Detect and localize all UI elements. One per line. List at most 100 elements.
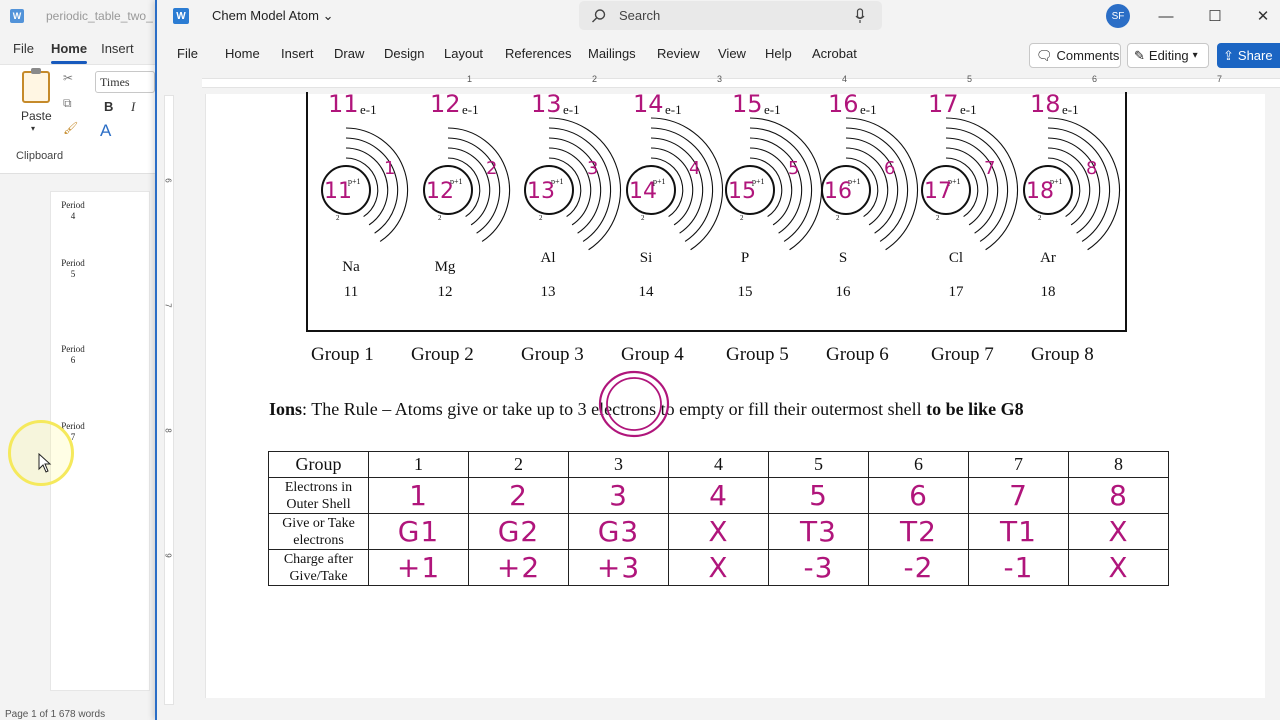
cut-icon[interactable]: ✂	[63, 71, 73, 85]
table-cell: 5	[768, 477, 869, 514]
group-label-4: Group 4	[621, 344, 684, 365]
table-header-cell: 4	[668, 451, 769, 478]
element-symbol: Mg	[434, 259, 456, 275]
font-name-box[interactable]: Times	[95, 71, 155, 93]
menubar: File Home Insert Draw Design Layout Refe…	[157, 32, 1280, 72]
handwritten-value: 6	[909, 479, 928, 512]
ions-rule-bold: to be like G8	[926, 399, 1024, 419]
main-word-window[interactable]: W Chem Model Atom ⌄ Search SF — ☐ ✕ File…	[155, 0, 1280, 720]
chevron-down-icon[interactable]: ▾	[31, 124, 35, 133]
handwritten-protons: 16	[824, 179, 852, 204]
menu-review[interactable]: Review	[657, 46, 700, 61]
search-placeholder: Search	[619, 8, 661, 23]
table-row: Electrons in Outer Shell 1 2 3 4 5 6 7 8	[268, 477, 1169, 514]
handwritten-electron-count: 16	[828, 92, 859, 118]
bold-button[interactable]: B	[104, 99, 113, 114]
element-number: 17	[948, 284, 964, 300]
handwritten-value: -1	[1003, 551, 1034, 584]
comments-button[interactable]: 🗨 Comments	[1029, 43, 1121, 68]
handwritten-value: 1	[409, 479, 428, 512]
italic-button[interactable]: I	[131, 99, 135, 115]
handwritten-outer-electrons: 3	[587, 158, 598, 179]
paste-button[interactable]: Paste	[21, 109, 52, 123]
table-cell: G3	[568, 513, 669, 550]
group-label-3: Group 3	[521, 344, 584, 365]
search-box[interactable]: Search	[579, 1, 882, 30]
bohr-atom-na: p+1112111 e-1	[321, 92, 409, 242]
table-header-cell: 6	[868, 451, 969, 478]
handwritten-outer-electrons: 7	[984, 158, 995, 179]
close-icon[interactable]: ✕	[1251, 4, 1275, 28]
word-logo-icon: W	[10, 9, 24, 23]
pencil-icon: ✎	[1134, 47, 1145, 63]
group-label-7: Group 7	[931, 344, 994, 365]
shell-count-marks: 2	[836, 214, 840, 222]
handwritten-value: X	[1108, 515, 1129, 548]
table-cell: X	[668, 513, 769, 550]
avatar[interactable]: SF	[1106, 4, 1130, 28]
bg-menu-insert[interactable]: Insert	[101, 41, 134, 56]
chevron-down-icon: ▾	[1192, 50, 1198, 61]
handwritten-value: G1	[397, 515, 440, 548]
font-color-button[interactable]: A	[100, 121, 111, 141]
copy-icon[interactable]: ⧉	[63, 96, 72, 111]
electron-label: e-1	[360, 102, 377, 117]
shell-count-marks: 2	[1038, 214, 1042, 222]
minimize-icon[interactable]: —	[1154, 4, 1178, 28]
electron-label: e-1	[462, 102, 479, 117]
maximize-icon[interactable]: ☐	[1203, 4, 1227, 28]
ruler-bar	[202, 78, 1280, 88]
shell-count-marks: 2	[539, 214, 543, 222]
table-row: Charge after Give/Take +1 +2 +3 X -3 -2 …	[268, 549, 1169, 586]
table-cell: X	[668, 549, 769, 586]
table-cell: +1	[368, 549, 469, 586]
menu-acrobat[interactable]: Acrobat	[812, 46, 857, 61]
menu-mailings[interactable]: Mailings	[588, 46, 636, 61]
handwritten-outer-electrons: 5	[788, 158, 799, 179]
table-header-cell: Group	[268, 451, 369, 478]
paste-icon[interactable]	[22, 68, 50, 103]
handwritten-protons: 13	[527, 179, 555, 204]
comment-icon: 🗨	[1036, 47, 1053, 63]
bohr-atom-cl: p+1172717 e-1	[921, 92, 1018, 251]
menu-home[interactable]: Home	[225, 46, 260, 61]
group-label-6: Group 6	[826, 344, 889, 365]
doc-title[interactable]: Chem Model Atom ⌄	[212, 8, 333, 24]
menu-draw[interactable]: Draw	[334, 46, 364, 61]
format-painter-icon[interactable]: 🖌	[63, 121, 78, 135]
handwritten-value: T3	[800, 515, 837, 548]
menu-design[interactable]: Design	[384, 46, 424, 61]
table-cell: 7	[968, 477, 1069, 514]
horizontal-ruler[interactable]: 1 2 3 4 5 6 7	[202, 73, 1280, 91]
element-number: 12	[437, 284, 453, 300]
menu-layout[interactable]: Layout	[444, 46, 483, 61]
ions-table: Group 1 2 3 4 5 6 7 8 Electrons in Outer…	[268, 451, 1169, 586]
table-cell: 3	[568, 477, 669, 514]
document-page[interactable]: p+1 11 2 1 11 e-1 p+1 12 2 2 12 e-1 p+1 13 2 3 13 e-1 p+1 1…	[205, 92, 1265, 698]
period-label-4: Period 4	[61, 200, 85, 221]
element-symbol: Al	[540, 250, 556, 266]
menu-references[interactable]: References	[505, 46, 571, 61]
editing-button[interactable]: ✎ Editing ▾	[1127, 43, 1209, 68]
electron-label: e-1	[860, 102, 877, 117]
handwritten-protons: 12	[426, 179, 454, 204]
element-number: 15	[737, 284, 753, 300]
menu-view[interactable]: View	[718, 46, 746, 61]
table-cell: -2	[868, 549, 969, 586]
vertical-ruler[interactable]: 6 7 8 9	[164, 95, 174, 705]
share-button[interactable]: ⇪ Share	[1217, 43, 1280, 68]
menu-insert[interactable]: Insert	[281, 46, 314, 61]
microphone-icon[interactable]	[855, 8, 865, 24]
handwritten-value: 5	[809, 479, 828, 512]
table-cell: T3	[768, 513, 869, 550]
menu-help[interactable]: Help	[765, 46, 792, 61]
row-label-outer-shell: Electrons in Outer Shell	[268, 477, 369, 514]
bg-menu-file[interactable]: File	[13, 41, 34, 56]
titlebar: W Chem Model Atom ⌄ Search SF — ☐ ✕	[157, 0, 1280, 32]
chevron-down-icon[interactable]: ⌄	[323, 8, 334, 23]
handwritten-value: 2	[509, 479, 528, 512]
bg-menu-home[interactable]: Home	[50, 41, 88, 64]
search-icon	[592, 9, 606, 23]
menu-file[interactable]: File	[177, 46, 198, 61]
background-word-window[interactable]: W periodic_table_two_ File Home Insert P…	[0, 0, 155, 720]
